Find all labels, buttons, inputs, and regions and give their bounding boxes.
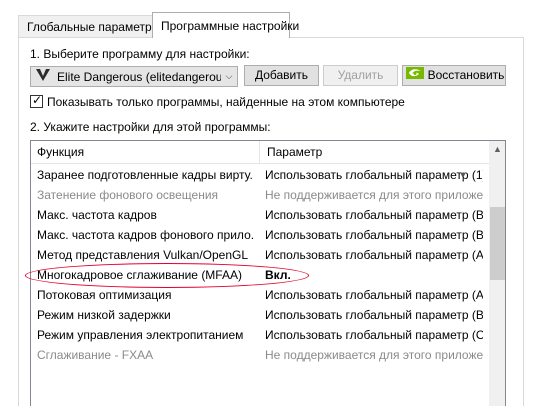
table-row[interactable]: Потоковая оптимизация Использовать глобал…	[31, 285, 489, 305]
table-row[interactable]: Заранее подготовленные кадры вирту... Исп…	[31, 165, 489, 185]
setting-parameter[interactable]: Использовать глобальный параметр (В...	[265, 225, 483, 245]
tab-strip: Глобальные параметры Программные настрой…	[0, 12, 554, 38]
column-header-parameter[interactable]: Параметр	[261, 141, 489, 164]
setting-parameter[interactable]: Использовать глобальный параметр (А...	[265, 245, 483, 265]
table-body: Заранее подготовленные кадры вирту... Исп…	[31, 165, 489, 365]
table-row[interactable]: Макс. частота кадров Использовать глобаль…	[31, 205, 489, 225]
setting-parameter[interactable]: Не поддерживается для этого приложе...	[265, 345, 483, 365]
scroll-up-icon[interactable]: ▲	[489, 141, 505, 158]
table-row[interactable]: Сглаживание - FXAA Не поддерживается для …	[31, 345, 489, 365]
setting-function: Режим низкой задержки	[37, 308, 171, 322]
table-row[interactable]: Режим низкой задержки Использовать глобал…	[31, 305, 489, 325]
scrollbar-thumb[interactable]	[490, 207, 505, 280]
program-select-value: Elite Dangerous (elitedangerou...	[57, 69, 221, 84]
setting-function: Заранее подготовленные кадры вирту...	[37, 168, 253, 182]
show-found-programs-label: Показывать только программы, найденные н…	[47, 95, 405, 109]
setting-function: Метод представления Vulkan/OpenGL	[37, 248, 249, 262]
checkmark-icon: ✓	[31, 93, 43, 107]
table-header: Функция Параметр	[31, 141, 489, 164]
step2-label: 2. Укажите настройки для этой программы:	[30, 120, 271, 134]
tab-program-settings[interactable]: Программные настройки	[152, 12, 299, 38]
setting-parameter[interactable]: Использовать глобальный параметр (О...	[265, 325, 483, 345]
tab-global-settings[interactable]: Глобальные параметры	[18, 15, 160, 37]
column-header-function[interactable]: Функция	[31, 141, 260, 164]
setting-parameter[interactable]: Использовать глобальный параметр (1)	[265, 165, 483, 185]
settings-table: Функция Параметр Заранее подготовленные …	[30, 140, 506, 406]
table-row[interactable]: Затенение фонового освещения Не поддержив…	[31, 185, 489, 205]
table-row[interactable]: Многокадровое сглаживание (MFAA) Вкл.	[31, 265, 489, 285]
elite-dangerous-icon	[35, 68, 51, 85]
add-program-button[interactable]: Добавить	[244, 65, 319, 86]
dropdown-arrow-icon[interactable]: ▼	[457, 169, 469, 181]
setting-function: Макс. частота кадров фонового прило...	[37, 228, 253, 242]
setting-function: Макс. частота кадров	[37, 208, 157, 222]
setting-parameter[interactable]: Использовать глобальный параметр (А...	[265, 285, 483, 305]
step1-label: 1. Выберите программу для настройки:	[30, 47, 250, 61]
show-found-programs-checkbox[interactable]: ✓	[30, 93, 43, 108]
setting-function: Режим управления электропитанием	[37, 328, 244, 342]
nvidia-logo-icon	[405, 66, 424, 85]
table-row[interactable]: Режим управления электропитанием Использо…	[31, 325, 489, 345]
setting-function: Потоковая оптимизация	[37, 288, 172, 302]
restore-button[interactable]: Восстановить	[402, 65, 506, 86]
vertical-scrollbar[interactable]: ▲	[489, 141, 505, 406]
table-row[interactable]: Макс. частота кадров фонового прило... Ис…	[31, 225, 489, 245]
chevron-down-icon: ⌵	[225, 71, 233, 81]
setting-parameter[interactable]: Использовать глобальный параметр (В...	[265, 305, 483, 325]
setting-parameter[interactable]: Не поддерживается для этого приложе...	[265, 185, 483, 205]
setting-parameter[interactable]: Использовать глобальный параметр (В...	[265, 205, 483, 225]
restore-button-label: Восстановить	[427, 68, 505, 82]
setting-function: Сглаживание - FXAA	[37, 348, 154, 362]
setting-function: Многокадровое сглаживание (MFAA)	[37, 268, 242, 282]
setting-function: Затенение фонового освещения	[37, 188, 219, 202]
setting-parameter[interactable]: Вкл.	[265, 265, 483, 285]
program-select[interactable]: Elite Dangerous (elitedangerou... ⌵	[30, 66, 238, 87]
remove-program-button[interactable]: Удалить	[323, 65, 398, 86]
table-row[interactable]: Метод представления Vulkan/OpenGL Использ…	[31, 245, 489, 265]
